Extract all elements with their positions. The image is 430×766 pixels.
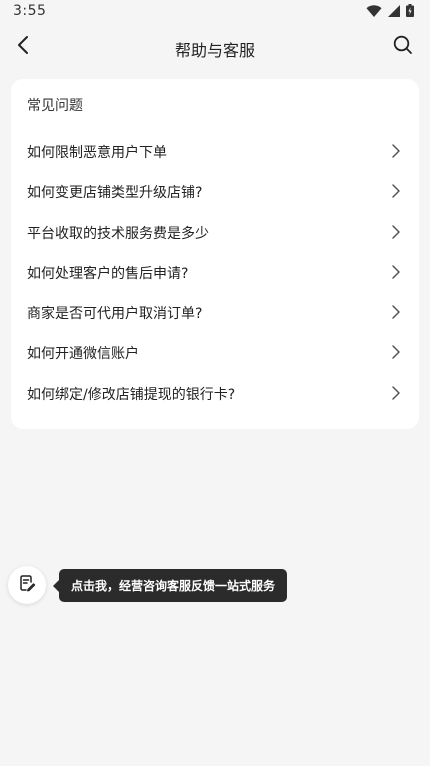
- wifi-icon: [366, 4, 382, 17]
- battery-icon: [406, 4, 414, 17]
- customer-service-button[interactable]: [8, 566, 46, 604]
- faq-list: 如何限制恶意用户下单 如何变更店铺类型升级店铺? 平台收取的技术服务费是多少 如…: [11, 131, 419, 413]
- faq-item-label: 商家是否可代用户取消订单?: [27, 306, 203, 323]
- faq-item[interactable]: 商家是否可代用户取消订单?: [11, 292, 419, 332]
- status-bar: 3:55: [0, 0, 430, 24]
- feedback-icon: [18, 574, 36, 596]
- chevron-right-icon: [389, 304, 403, 320]
- chevron-right-icon: [389, 385, 403, 401]
- status-time: 3:55: [13, 3, 47, 19]
- faq-item[interactable]: 平台收取的技术服务费是多少: [11, 212, 419, 252]
- faq-item[interactable]: 如何处理客户的售后申请?: [11, 252, 419, 292]
- faq-item[interactable]: 如何绑定/修改店铺提现的银行卡?: [11, 373, 419, 413]
- search-icon: [393, 35, 413, 59]
- cell-signal-icon: [388, 4, 400, 17]
- chevron-right-icon: [389, 264, 403, 280]
- faq-item-label: 如何限制恶意用户下单: [27, 145, 167, 161]
- faq-heading: 常见问题: [27, 98, 83, 114]
- page-title: 帮助与客服: [174, 41, 255, 60]
- faq-item-label: 如何处理客户的售后申请?: [27, 265, 189, 282]
- faq-item[interactable]: 如何变更店铺类型升级店铺?: [11, 171, 419, 211]
- search-button[interactable]: [390, 34, 416, 60]
- faq-item-label: 平台收取的技术服务费是多少: [27, 225, 209, 242]
- faq-card: 常见问题 如何限制恶意用户下单 如何变更店铺类型升级店铺? 平台收取的技术服务费…: [11, 79, 419, 429]
- service-tooltip: 点击我，经营咨询客服反馈一站式服务: [52, 569, 288, 602]
- chevron-right-icon: [389, 344, 403, 360]
- chevron-right-icon: [389, 224, 403, 240]
- faq-item-label: 如何开通微信账户: [27, 346, 139, 363]
- faq-item[interactable]: 如何限制恶意用户下单: [11, 131, 419, 171]
- chevron-right-icon: [389, 183, 403, 199]
- faq-item[interactable]: 如何开通微信账户: [11, 332, 419, 372]
- status-icons: [366, 4, 414, 17]
- faq-item-label: 如何变更店铺类型升级店铺?: [27, 185, 203, 202]
- faq-item-label: 如何绑定/修改店铺提现的银行卡?: [27, 386, 236, 403]
- tooltip-text: 点击我，经营咨询客服反馈一站式服务: [71, 579, 276, 593]
- chevron-right-icon: [389, 143, 403, 159]
- nav-bar: 帮助与客服: [0, 24, 430, 70]
